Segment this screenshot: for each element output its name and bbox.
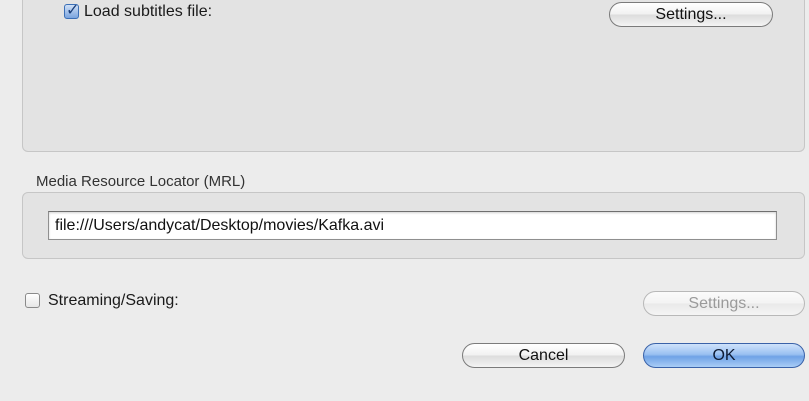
load-subtitles-checkbox[interactable]: ✓ bbox=[64, 2, 80, 19]
open-source-dialog: ✓ Load subtitles file: Settings... Media… bbox=[0, 0, 809, 401]
subtitles-settings-button[interactable]: Settings... bbox=[609, 2, 773, 27]
load-subtitles-label: Load subtitles file: bbox=[84, 3, 213, 20]
cancel-button[interactable]: Cancel bbox=[462, 343, 625, 368]
streaming-saving-label: Streaming/Saving: bbox=[48, 292, 179, 309]
streaming-saving-checkbox[interactable] bbox=[25, 293, 40, 308]
streaming-settings-button[interactable]: Settings... bbox=[643, 291, 805, 316]
mrl-input[interactable] bbox=[48, 211, 777, 240]
checkmark-icon: ✓ bbox=[66, 2, 80, 19]
ok-button[interactable]: OK bbox=[643, 343, 805, 368]
mrl-section-title: Media Resource Locator (MRL) bbox=[36, 173, 246, 190]
